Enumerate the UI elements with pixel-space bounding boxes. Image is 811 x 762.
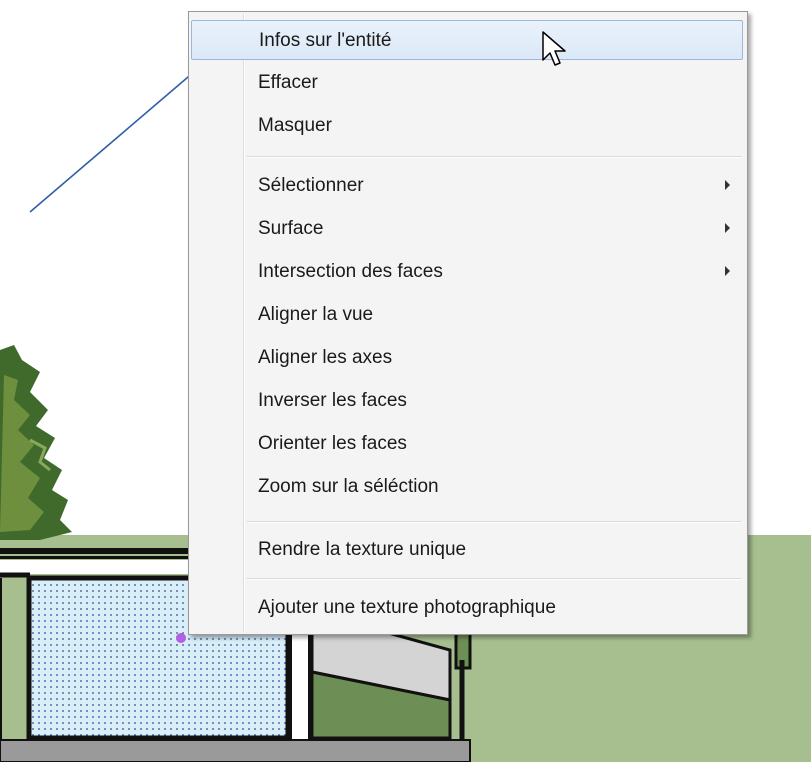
menu-item-select[interactable]: Sélectionner <box>191 166 743 206</box>
menu-item-surface[interactable]: Surface <box>191 209 743 249</box>
menu-item-hide[interactable]: Masquer <box>191 106 743 146</box>
mouse-pointer-icon <box>542 31 566 66</box>
menu-separator <box>247 578 741 580</box>
menu-separator <box>247 521 741 523</box>
menu-item-entity-info[interactable]: Infos sur l'entité <box>191 20 743 60</box>
menu-item-erase[interactable]: Effacer <box>191 63 743 103</box>
menu-item-add-photo-texture[interactable]: Ajouter une texture photographique <box>191 588 743 628</box>
menu-item-make-unique-texture[interactable]: Rendre la texture unique <box>191 530 743 570</box>
chevron-right-icon <box>725 266 730 276</box>
menu-item-label: Aligner les axes <box>258 347 393 368</box>
menu-item-zoom-selection[interactable]: Zoom sur la séléction <box>191 467 743 507</box>
chevron-right-icon <box>725 180 730 190</box>
menu-item-align-view[interactable]: Aligner la vue <box>191 295 743 335</box>
menu-item-label: Masquer <box>258 115 332 136</box>
menu-item-label: Intersection des faces <box>258 261 443 282</box>
menu-item-intersect-faces[interactable]: Intersection des faces <box>191 252 743 292</box>
menu-item-label: Aligner la vue <box>258 304 374 325</box>
menu-separator <box>247 156 741 158</box>
tree-icon <box>0 345 72 540</box>
menu-item-label: Ajouter une texture photographique <box>258 597 556 618</box>
selection-point <box>176 633 186 643</box>
menu-item-align-axes[interactable]: Aligner les axes <box>191 338 743 378</box>
context-menu: Infos sur l'entité Effacer Masquer Sélec… <box>188 11 748 635</box>
menu-item-reverse-faces[interactable]: Inverser les faces <box>191 381 743 421</box>
menu-item-label: Sélectionner <box>258 175 364 196</box>
menu-item-label: Infos sur l'entité <box>259 30 392 51</box>
menu-item-label: Orienter les faces <box>258 433 407 454</box>
menu-item-label: Rendre la texture unique <box>258 539 467 560</box>
menu-item-orient-faces[interactable]: Orienter les faces <box>191 424 743 464</box>
menu-item-label: Inverser les faces <box>258 390 407 411</box>
menu-item-label: Effacer <box>258 72 318 93</box>
menu-item-label: Zoom sur la séléction <box>258 476 439 497</box>
menu-item-label: Surface <box>258 218 324 239</box>
chevron-right-icon <box>725 223 730 233</box>
